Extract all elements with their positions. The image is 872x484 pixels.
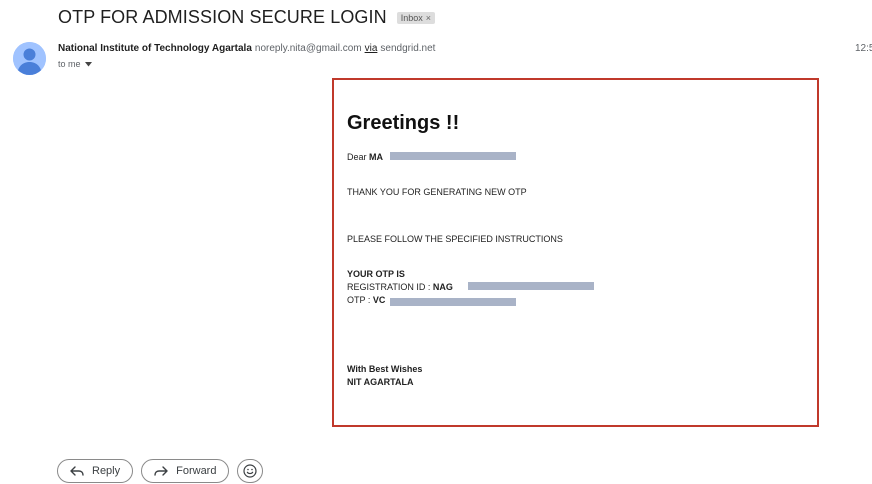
otp-heading: YOUR OTP IS bbox=[347, 269, 405, 279]
sender-name[interactable]: National Institute of Technology Agartal… bbox=[58, 43, 252, 54]
thank-you-line: THANK YOU FOR GENERATING NEW OTP bbox=[347, 187, 527, 197]
email-timestamp: 12:5 bbox=[855, 43, 872, 54]
email-actions: Reply Forward bbox=[57, 459, 264, 483]
greeting-heading: Greetings !! bbox=[347, 112, 460, 134]
otp-value-partial: VC bbox=[372, 295, 386, 305]
instructions-line: PLEASE FOLLOW THE SPECIFIED INSTRUCTIONS bbox=[347, 234, 563, 244]
registration-label: REGISTRATION ID : bbox=[347, 282, 433, 292]
email-subject: OTP FOR ADMISSION SECURE LOGIN bbox=[58, 7, 387, 27]
remove-label-icon[interactable]: × bbox=[426, 13, 431, 23]
registration-value-partial: NAG bbox=[432, 282, 453, 292]
redacted-registration-id bbox=[468, 282, 594, 290]
email-body-frame: Greetings !! Dear MA THANK YOU FOR GENER… bbox=[332, 78, 819, 427]
forward-arrow-icon bbox=[154, 466, 168, 476]
recipient-line[interactable]: to me bbox=[58, 59, 92, 69]
dear-prefix: Dear bbox=[347, 152, 370, 162]
registration-line: REGISTRATION ID : NAG bbox=[347, 282, 453, 292]
redacted-recipient-name bbox=[390, 152, 516, 160]
sender-email: noreply.nita@gmail.com bbox=[254, 43, 362, 54]
via-domain: sendgrid.net bbox=[380, 43, 436, 54]
chevron-down-icon[interactable] bbox=[84, 61, 92, 67]
signature: NIT AGARTALA bbox=[347, 377, 414, 387]
otp-label: OTP : bbox=[347, 295, 373, 305]
recipient-text: to me bbox=[58, 59, 81, 69]
otp-line: OTP : VC bbox=[347, 295, 385, 305]
emoji-reaction-button[interactable] bbox=[237, 459, 264, 483]
person-avatar-icon bbox=[13, 42, 46, 75]
redacted-otp bbox=[390, 298, 516, 306]
forward-button[interactable]: Forward bbox=[141, 459, 230, 483]
reply-button[interactable]: Reply bbox=[57, 459, 134, 483]
sender-line: National Institute of Technology Agartal… bbox=[58, 43, 435, 54]
email-subject-row: OTP FOR ADMISSION SECURE LOGIN Inbox × bbox=[58, 7, 436, 28]
reply-label: Reply bbox=[92, 465, 121, 477]
recipient-name-partial: MA bbox=[369, 152, 384, 162]
via-link[interactable]: via bbox=[365, 43, 378, 54]
sign-off: With Best Wishes bbox=[347, 364, 423, 374]
reply-arrow-icon bbox=[70, 466, 84, 476]
sender-avatar[interactable] bbox=[13, 42, 46, 75]
inbox-label-badge[interactable]: Inbox × bbox=[396, 11, 436, 24]
emoji-smile-icon bbox=[243, 464, 258, 478]
dear-line: Dear MA bbox=[347, 152, 383, 162]
forward-label: Forward bbox=[176, 465, 217, 477]
inbox-label-text: Inbox bbox=[400, 12, 423, 23]
